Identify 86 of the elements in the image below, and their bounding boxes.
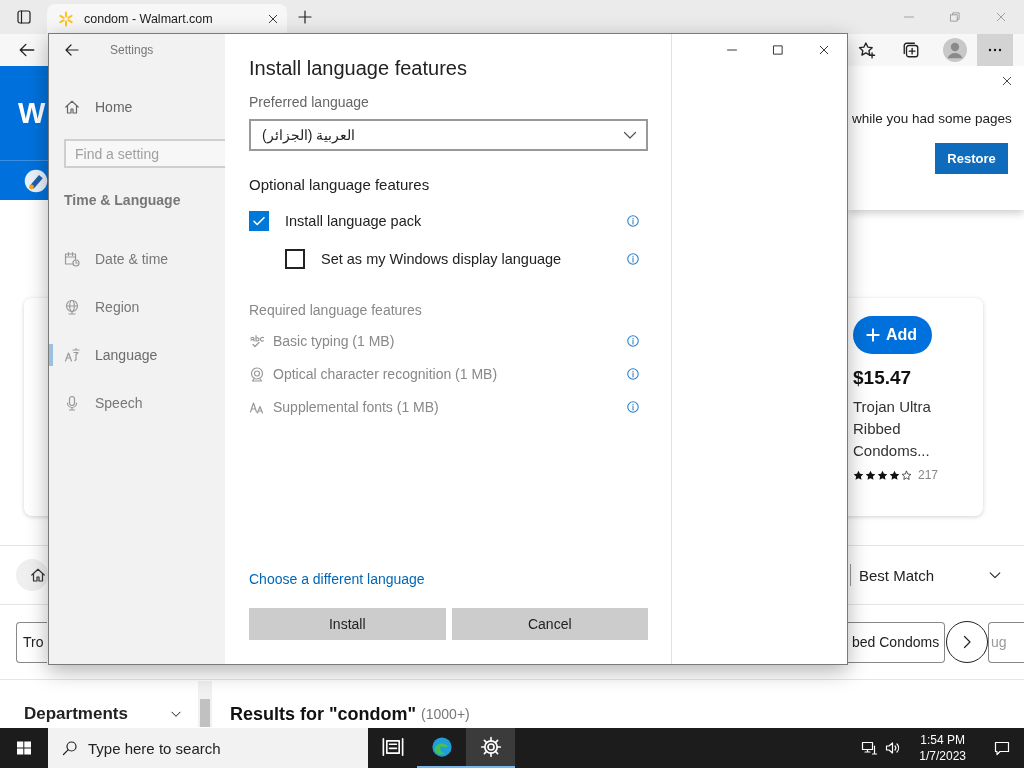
section-heading: Optional language features	[249, 175, 431, 195]
info-icon[interactable]	[626, 252, 640, 266]
close-icon[interactable]	[1001, 75, 1013, 87]
taskbar-app[interactable]	[466, 728, 515, 768]
close-icon[interactable]	[818, 44, 830, 56]
nav-item[interactable]: Date & time	[49, 235, 225, 283]
section-heading: Time & Language	[63, 191, 182, 210]
logo-text: W	[18, 96, 46, 130]
network-icon[interactable]	[861, 740, 878, 756]
info-icon[interactable]	[626, 214, 640, 228]
search-field[interactable]: Find a setting	[64, 139, 225, 168]
language-dropdown[interactable]: العربية (الجزائر)	[249, 119, 648, 151]
favorites-icon[interactable]	[858, 41, 876, 59]
close-tab-icon[interactable]	[267, 13, 279, 25]
filter-chip[interactable]: bed Condoms	[848, 621, 945, 663]
feature-label: Basic typing (1 MB)	[273, 333, 396, 349]
checkbox[interactable]	[285, 249, 305, 269]
search-icon	[62, 740, 78, 756]
language-icon	[64, 347, 80, 363]
gear-icon	[479, 736, 502, 758]
volume-icon[interactable]	[885, 740, 902, 756]
nav-item[interactable]: Language	[49, 331, 225, 379]
departments-label: Departments	[24, 704, 128, 724]
browser-icon	[430, 736, 453, 758]
back-icon[interactable]	[64, 42, 80, 58]
change-language-link[interactable]: Choose a different language	[249, 569, 425, 589]
empty-star-icon	[901, 469, 912, 481]
filled-star-icon	[877, 469, 888, 481]
tab-actions-icon[interactable]	[15, 9, 32, 25]
popup-message: while you had some pages	[851, 110, 1012, 128]
microphone-icon	[64, 395, 80, 411]
field-label: Preferred language	[249, 93, 370, 111]
sort-dropdown[interactable]: Best Match	[849, 564, 1002, 586]
nav-item[interactable]: Region	[49, 283, 225, 331]
home-filter-button[interactable]	[16, 559, 48, 591]
dialog-button[interactable]: Install	[249, 608, 446, 640]
nav-item[interactable]: Home	[49, 87, 225, 127]
restore-button[interactable]: Restore	[935, 143, 1008, 174]
checkbox-label: Install language pack	[285, 213, 423, 229]
product-price: $15.47	[853, 367, 913, 389]
home-icon	[64, 99, 80, 115]
filled-star-icon	[853, 469, 864, 481]
product-name: Trojan Ultra Ribbed Condoms...	[853, 397, 932, 461]
feature-label: Supplemental fonts (1 MB)	[273, 399, 440, 415]
nav-item[interactable]: Speech	[49, 379, 225, 427]
filled-star-icon	[889, 469, 900, 481]
window-title: Settings	[110, 43, 154, 57]
globe-icon	[64, 299, 80, 315]
info-icon[interactable]	[626, 400, 640, 414]
info-icon[interactable]	[626, 334, 640, 348]
results-heading: Results for "condom"	[230, 703, 417, 726]
calendar-clock-icon	[64, 251, 80, 267]
departments-dropdown[interactable]: Departments	[24, 701, 182, 727]
plus-icon	[866, 328, 880, 342]
clock[interactable]: 1:54 PM 1/7/2023	[913, 732, 972, 764]
dialog-title: Install language features	[249, 56, 468, 80]
badge-icon	[24, 168, 48, 193]
windows-start-icon[interactable]	[16, 740, 32, 756]
profile-avatar-icon[interactable]	[943, 38, 967, 62]
info-icon[interactable]	[626, 367, 640, 381]
camera-icon	[249, 366, 265, 382]
browser-tab[interactable]: condom - Walmart.com	[47, 4, 287, 34]
filled-star-icon	[865, 469, 876, 481]
new-tab-icon[interactable]	[297, 9, 313, 25]
typing-icon	[249, 333, 265, 349]
checkbox-label: Set as my Windows display language	[321, 251, 563, 267]
tab-title: condom - Walmart.com	[84, 12, 214, 26]
back-icon[interactable]	[18, 41, 36, 59]
checkbox[interactable]	[249, 211, 269, 231]
next-button[interactable]	[946, 621, 988, 663]
home-icon	[30, 567, 46, 583]
results-count: (1000+)	[421, 705, 470, 724]
review-count: 217	[918, 468, 939, 482]
site-logo-icon	[58, 11, 74, 27]
font-icon	[249, 399, 265, 415]
notification-icon[interactable]	[994, 740, 1010, 756]
collections-icon[interactable]	[902, 41, 920, 59]
maximize-icon[interactable]	[772, 44, 784, 56]
feature-label: Optical character recognition (1 MB)	[273, 366, 499, 382]
taskbar-search-field[interactable]: Type here to search	[48, 728, 368, 768]
add-button[interactable]: Add	[853, 316, 933, 354]
section-heading: Required language features	[249, 301, 423, 320]
sort-label: Best Match	[858, 566, 934, 584]
dialog-button[interactable]: Cancel	[451, 608, 648, 640]
task-view-icon	[381, 736, 404, 758]
filter-chip[interactable]: Tro	[16, 621, 47, 663]
